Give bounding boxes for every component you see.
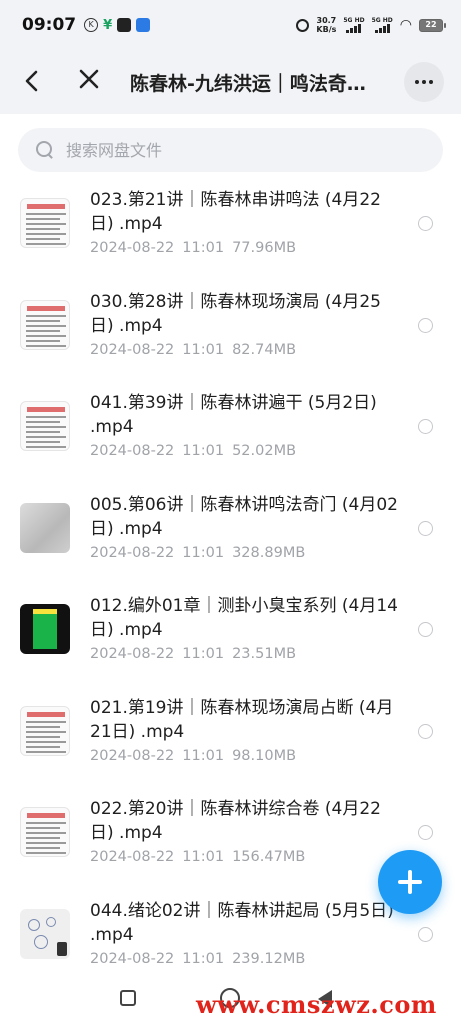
file-name: 023.第21讲｜陈春林串讲鸣法 (4月22日) .mp4 [90,190,381,234]
search-section [0,114,461,184]
file-name: 044.绪论02讲｜陈春林讲起局 (5月5日) .mp4 [90,900,394,945]
file-meta: 2024-08-22 11:01 77.96MB [90,240,304,256]
watermark: www.cmszwz.com [196,990,437,1019]
file-name: 012.编外01章｜测卦小臭宝系列 (4月14日) .mp4 [90,596,398,640]
file-thumbnail [20,198,70,248]
file-date: 2024-08-22 [90,443,175,459]
select-radio[interactable] [418,520,433,536]
file-name: 005.第06讲｜陈春林讲鸣法奇门 (4月02日) .mp4 [90,494,398,539]
back-arrow-icon[interactable] [20,68,46,96]
file-thumbnail [20,908,70,959]
file-thumbnail [20,604,70,654]
status-notification-icons: K ¥ [84,17,151,33]
file-list-item[interactable]: 023.第21讲｜陈春林串讲鸣法 (4月22日) .mp4 2024-08-22 1… [0,184,461,286]
file-time: 11:01 [182,747,225,764]
file-name: 041.第39讲｜陈春林讲遍干 (5月2日) .mp4 [90,393,377,437]
file-time: 11:01 [182,950,225,967]
more-icon[interactable] [404,62,444,102]
app-icon-blue [136,18,151,32]
select-radio[interactable] [418,622,433,637]
app-icon [117,18,132,32]
select-radio[interactable] [418,723,433,739]
file-size: 156.47MB [232,849,306,865]
search-input[interactable] [66,140,386,160]
signal-bars-icon [346,24,362,33]
select-radio[interactable] [418,216,433,231]
recent-apps-icon[interactable] [120,990,136,1006]
file-size: 239.12MB [232,950,306,967]
file-date: 2024-08-22 [90,950,175,967]
file-list-item[interactable]: 012.编外01章｜测卦小臭宝系列 (4月14日) .mp4 2024-08-22… [0,590,461,692]
file-thumbnail [20,401,70,451]
pay-icon: ¥ [103,17,113,33]
file-size: 98.10MB [232,747,297,764]
file-size: 77.96MB [232,240,297,256]
file-meta: 2024-08-22 11:01 98.10MB [90,748,304,764]
file-name: 030.第28讲｜陈春林现场演局 (4月25日) .mp4 [90,291,381,336]
signal-bars-icon [374,24,390,33]
file-date: 2024-08-22 [90,341,175,358]
signal-1: 5G HD [343,17,365,33]
net-speed: 30.7 KB/s [316,16,336,34]
add-button[interactable] [378,850,442,914]
file-time: 11:01 [182,849,225,865]
file-meta: 2024-08-22 11:01 23.51MB [90,646,304,662]
select-radio[interactable] [418,419,433,434]
file-list-item[interactable]: 030.第28讲｜陈春林现场演局 (4月25日) .mp4 2024-08-22 1… [0,286,461,388]
file-list-item[interactable]: 041.第39讲｜陈春林讲遍干 (5月2日) .mp4 2024-08-22 11:… [0,387,461,489]
file-name: 022.第20讲｜陈春林讲综合卷 (4月22日) .mp4 [90,799,381,843]
file-list-item[interactable]: 021.第19讲｜陈春林现场演局占断 (4月21日) .mp4 2024-08-2… [0,692,461,794]
search-icon [36,141,54,159]
file-time: 11:01 [182,341,225,358]
net-speed-value: 30.7 [316,16,337,25]
file-size: 52.02MB [232,443,297,459]
file-size: 82.74MB [232,341,297,358]
file-date: 2024-08-22 [90,849,175,865]
file-meta: 2024-08-22 11:01 239.12MB [90,951,313,967]
search-box[interactable] [18,128,443,172]
file-thumbnail [20,705,70,756]
file-time: 11:01 [182,646,225,662]
file-time: 11:01 [182,544,225,561]
signal-2-label: 5G HD [371,17,393,24]
alarm-icon [296,18,310,32]
page-title: 陈春林-九纬洪运｜鸣法奇… [130,73,366,95]
file-thumbnail [20,502,70,553]
file-time: 11:01 [182,240,225,256]
file-list-item[interactable]: 005.第06讲｜陈春林讲鸣法奇门 (4月02日) .mp4 2024-08-22… [0,489,461,591]
file-name: 021.第19讲｜陈春林现场演局占断 (4月21日) .mp4 [90,697,394,742]
file-thumbnail [20,299,70,350]
file-meta: 2024-08-22 11:01 82.74MB [90,342,304,358]
status-right-icons: 30.7 KB/s 5G HD 5G HD ◠ 22 [296,16,446,34]
file-meta: 2024-08-22 11:01 52.02MB [90,443,304,459]
file-thumbnail [20,807,70,857]
signal-1-label: 5G HD [343,17,365,24]
plus-icon [398,870,422,894]
net-speed-unit: KB/s [316,25,337,34]
nav-bar: 陈春林-九纬洪运｜鸣法奇… [0,50,461,114]
file-meta: 2024-08-22 11:01 156.47MB [90,849,313,865]
file-time: 11:01 [182,443,225,459]
file-date: 2024-08-22 [90,646,175,662]
battery-icon: 22 [419,18,446,32]
file-size: 23.51MB [232,646,297,662]
status-bar: 09:07 K ¥ 30.7 KB/s 5G HD 5G HD ◠ 22 [0,0,461,50]
signal-2: 5G HD [372,17,393,33]
k-icon: K [84,18,99,32]
file-date: 2024-08-22 [90,747,175,764]
status-time: 09:07 [22,15,77,35]
file-date: 2024-08-22 [90,240,175,256]
select-radio[interactable] [418,926,433,942]
select-radio[interactable] [418,317,433,333]
file-meta: 2024-08-22 11:01 328.89MB [90,545,313,561]
file-date: 2024-08-22 [90,544,175,561]
file-size: 328.89MB [232,544,306,561]
close-icon[interactable] [76,66,102,96]
wifi-icon: ◠ [399,17,412,33]
select-radio[interactable] [418,825,433,840]
